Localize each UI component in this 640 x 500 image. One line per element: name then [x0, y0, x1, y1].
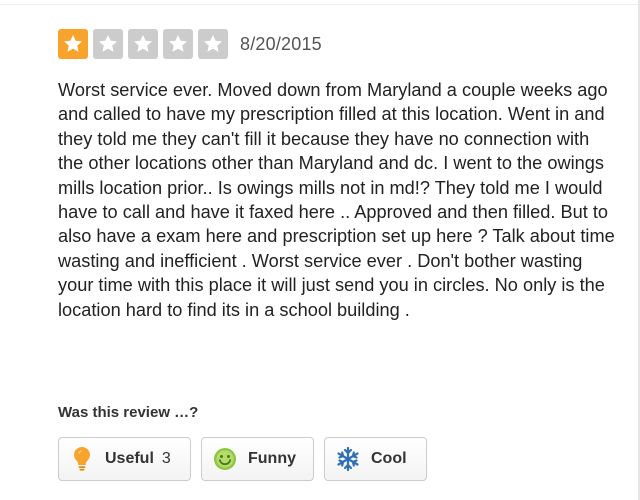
smiley-icon — [212, 446, 238, 472]
lightbulb-icon — [69, 446, 95, 472]
review-date: 8/20/2015 — [240, 33, 322, 54]
star-icon — [128, 29, 158, 59]
star-icon — [163, 29, 193, 59]
top-divider — [0, 4, 640, 5]
funny-label: Funny — [248, 450, 296, 467]
star-rating — [58, 29, 228, 59]
vote-question: Was this review …? — [58, 404, 199, 421]
star-icon — [93, 29, 123, 59]
rating-row: 8/20/2015 — [58, 26, 618, 62]
review-card: 8/20/2015 Worst service ever. Moved down… — [58, 26, 618, 322]
snowflake-icon — [335, 446, 361, 472]
cool-label: Cool — [371, 450, 407, 467]
review-page: 8/20/2015 Worst service ever. Moved down… — [0, 0, 640, 500]
cool-button[interactable]: Cool — [324, 437, 427, 481]
useful-count: 3 — [161, 450, 171, 467]
useful-label: Useful — [105, 450, 154, 467]
star-icon — [58, 29, 88, 59]
star-icon — [198, 29, 228, 59]
vote-buttons: Useful 3 Funny Cool — [58, 437, 427, 481]
review-text: Worst service ever. Moved down from Mary… — [58, 80, 615, 320]
funny-button[interactable]: Funny — [201, 437, 314, 481]
useful-button[interactable]: Useful 3 — [58, 437, 191, 481]
